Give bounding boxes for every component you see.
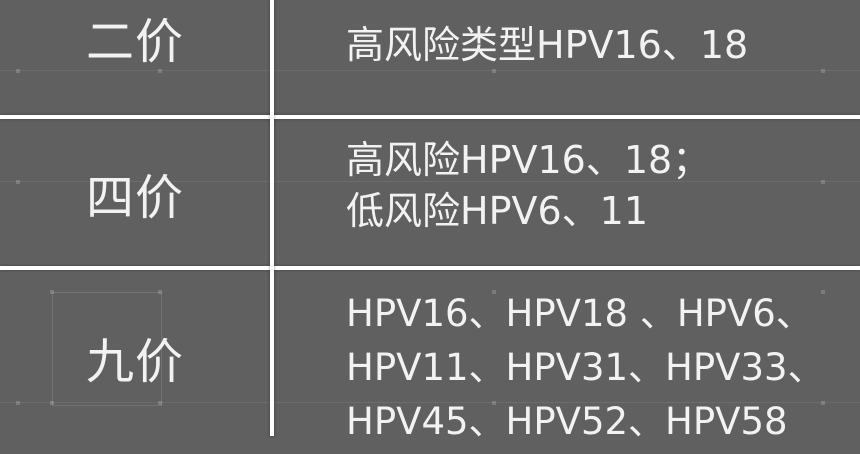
vaccine-type-label: 九价 (85, 334, 184, 390)
vaccine-coverage-text: HPV16、HPV18 、HPV6、 HPV11、HPV31、HPV33、 HP… (346, 287, 825, 449)
coverage-line: 高风险HPV16、18； (346, 138, 711, 182)
vaccine-type-label: 二价 (85, 14, 184, 70)
coverage-line: HPV11、HPV31、HPV33、 (346, 346, 825, 389)
column-divider (270, 0, 274, 436)
row-divider (0, 266, 860, 270)
coverage-line: 高风险类型HPV16、18 (346, 23, 749, 67)
hpv-vaccine-table: 二价 高风险类型HPV16、18 四价 高风险HPV16、18； 低风险HPV6… (0, 0, 860, 454)
vaccine-type-label: 四价 (85, 170, 184, 226)
table-row: 四价 高风险HPV16、18； 低风险HPV6、11 (0, 119, 860, 266)
vaccine-coverage-text: 高风险HPV16、18； 低风险HPV6、11 (346, 135, 710, 237)
vaccine-coverage-text: 高风险类型HPV16、18 (346, 20, 748, 71)
coverage-line: 低风险HPV6、11 (346, 189, 649, 233)
table-row: 九价 HPV16、HPV18 、HPV6、 HPV11、HPV31、HPV33、… (0, 270, 860, 454)
coverage-line: HPV45、HPV52、HPV58 (346, 400, 788, 443)
row-divider (0, 115, 860, 119)
coverage-line: HPV16、HPV18 、HPV6、 (346, 292, 813, 335)
table-row: 二价 高风险类型HPV16、18 (0, 0, 860, 115)
